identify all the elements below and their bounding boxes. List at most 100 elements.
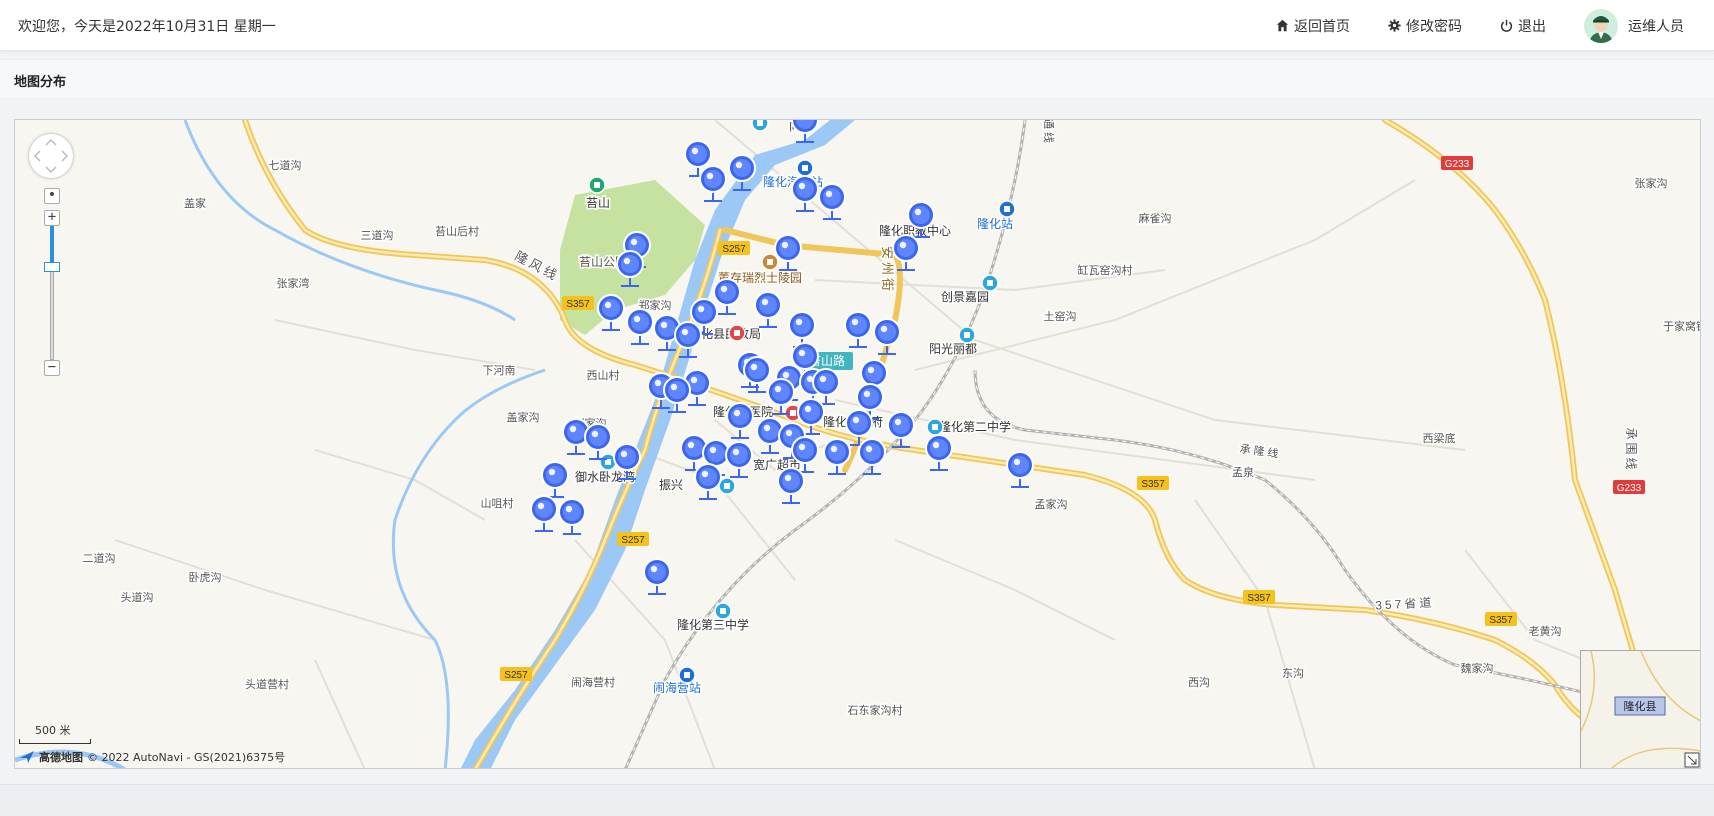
building-icon xyxy=(751,120,769,132)
change-password-label: 修改密码 xyxy=(1406,18,1462,35)
road-badge-s357: S357 xyxy=(1243,590,1275,604)
place-label-xishancun: 西山村 xyxy=(587,368,620,382)
copyright-text: © 2022 AutoNavi - GS(2021)6375号 xyxy=(87,751,286,764)
place-label-toudaoyingcun: 头道营村 xyxy=(245,677,289,691)
pan-arrows-icon xyxy=(33,138,69,174)
place-label-wohugou: 卧虎沟 xyxy=(189,571,222,584)
home-link[interactable]: 返回首页 xyxy=(1276,16,1350,36)
pan-control[interactable] xyxy=(29,134,73,178)
place-label-gaijiagou: 盖家沟 xyxy=(507,410,540,424)
zoom-in-button[interactable]: + xyxy=(44,210,60,226)
road-badge-s357: S357 xyxy=(1485,612,1517,626)
place-label-xigou: 西沟 xyxy=(1188,676,1210,689)
place-label-laohuanggou: 老黄沟 xyxy=(1529,624,1562,638)
welcome-text: 欢迎您，今天是2022年10月31日 星期一 xyxy=(18,19,276,35)
place-label-school2: 隆化第二中学 xyxy=(939,419,1011,434)
building-icon xyxy=(958,326,976,344)
change-password-link[interactable]: 修改密码 xyxy=(1388,16,1462,36)
road-badge-s357: S357 xyxy=(562,296,594,310)
place-label-shidong: 石东家沟村 xyxy=(848,703,903,717)
place-label-mengjiagou: 孟家沟 xyxy=(1035,497,1068,511)
place-label-zhangjiawan: 张家湾 xyxy=(277,276,310,290)
place-label-xiliangdi: 西梁底 xyxy=(1423,431,1456,445)
place-label-taishan: 苔山 xyxy=(586,196,610,210)
place-label-xiahenan: 下河南 xyxy=(483,364,516,377)
user-menu[interactable]: 运维人员 xyxy=(1584,8,1684,43)
map-canvas[interactable]: 七道沟盖家三道沟 苔山后村张家湾苔山苔山公园郑家沟下河南 西山村盖家沟 刘家沟御水卧龙… xyxy=(15,120,1701,769)
place-label-erdaogou: 二道沟 xyxy=(83,551,116,565)
power-icon xyxy=(1500,19,1513,32)
road-label-chengwei_line: 承围线 xyxy=(1624,427,1638,472)
place-label-qidaogou: 七道沟 xyxy=(269,158,302,172)
government-icon xyxy=(728,324,746,342)
place-label-taishanhoucun: 苔山后村 xyxy=(435,224,479,238)
map-container[interactable]: 七道沟 盖家 三道沟 苔山后村 张家湾 苔山 苔山公园 郑家沟 下河南 西山村 盖家沟 刘家沟 御水卧龙… xyxy=(14,119,1701,769)
zoom-slider-handle[interactable] xyxy=(44,262,60,272)
overview-label: 隆化县 xyxy=(1624,699,1657,713)
place-label-toudaogou: 头道沟 xyxy=(121,590,154,604)
top-bar: 欢迎您，今天是2022年10月31日 星期一 返回首页 修改密码 退出 运维人员 xyxy=(0,0,1714,51)
locate-button[interactable]: • xyxy=(44,188,60,204)
top-nav: 返回首页 修改密码 退出 运维人员 xyxy=(1276,0,1714,51)
road-badge-label: S257 xyxy=(722,244,746,255)
mountain-icon xyxy=(588,176,606,194)
avatar xyxy=(1584,8,1618,43)
place-label-dongou: 东沟 xyxy=(1282,667,1304,680)
section-title: 地图分布 xyxy=(14,75,67,90)
road-badge-label: G233 xyxy=(1617,483,1642,494)
zoom-slider[interactable] xyxy=(44,226,60,360)
road-badge-label: S357 xyxy=(1489,615,1513,626)
road-badge-label: S357 xyxy=(1247,593,1271,604)
scale-label: 500 米 xyxy=(35,724,71,737)
station-icon xyxy=(678,666,696,684)
place-label-zhenxing: 振兴 xyxy=(659,478,683,492)
place-label-naohaiyingcun: 闹海营村 xyxy=(571,675,615,689)
school-icon xyxy=(714,602,732,620)
autonavi-logo-icon xyxy=(20,751,34,763)
place-label-shanjucun: 山咀村 xyxy=(481,496,514,510)
station-icon xyxy=(998,200,1016,218)
road-badge-s257: S257 xyxy=(718,241,750,255)
place-label-yujiawopu: 于家窝铺 xyxy=(1663,319,1701,333)
place-label-longhua_station: 隆化站 xyxy=(977,216,1013,231)
memorial-icon xyxy=(761,253,779,271)
home-icon xyxy=(1276,19,1289,32)
place-label-mengquan: 孟泉 xyxy=(1232,465,1254,479)
road-badge-g233: G233 xyxy=(1613,480,1645,494)
logout-label: 退出 xyxy=(1518,18,1546,35)
road-badge-label: G233 xyxy=(1445,159,1470,170)
brand-label: 高德地图 xyxy=(39,751,83,764)
collapse-icon[interactable] xyxy=(1684,752,1700,768)
map-copyright: 高德地图 © 2022 AutoNavi - GS(2021)6375号 xyxy=(19,749,285,765)
footer-bar xyxy=(0,784,1714,816)
overview-map[interactable]: 隆化县 xyxy=(1580,650,1700,768)
road-badge-label: S257 xyxy=(621,535,645,546)
road-badge-s257: S257 xyxy=(617,532,649,546)
school-icon xyxy=(926,418,944,436)
place-label-tuyaogou: 土窑沟 xyxy=(1044,309,1077,323)
road-badge-s257: S257 xyxy=(500,667,532,681)
building-icon xyxy=(981,274,999,292)
place-label-yangguang: 阳光丽都 xyxy=(929,342,977,356)
zoom-control: • + − xyxy=(44,188,60,376)
place-label-school3: 隆化第三中学 xyxy=(677,617,749,632)
bus-icon xyxy=(796,159,814,177)
road-badge-label: S357 xyxy=(566,299,590,310)
road-label-tong_line: 通线 xyxy=(1042,120,1056,146)
section-header: 地图分布 xyxy=(0,59,1714,99)
road-badge-s357: S357 xyxy=(1137,476,1169,490)
place-label-maquegou: 麻雀沟 xyxy=(1139,211,1172,225)
road-badge-label: S257 xyxy=(504,670,528,681)
gear-icon xyxy=(1388,19,1401,32)
logout-link[interactable]: 退出 xyxy=(1500,16,1546,36)
road-badge-label: S357 xyxy=(1141,479,1165,490)
place-label-weijiagou: 魏家沟 xyxy=(1461,661,1494,675)
place-label-sandaogou: 三道沟 xyxy=(361,228,394,242)
road-label-anzhoujie: 安州街 xyxy=(880,246,895,294)
scale-bar: 500 米 xyxy=(19,722,91,744)
zoom-out-button[interactable]: − xyxy=(44,360,60,376)
user-name: 运维人员 xyxy=(1628,18,1684,35)
place-label-naohaiying_station: 闹海营站 xyxy=(653,680,701,695)
place-label-chuangjing: 创景嘉园 xyxy=(941,290,989,304)
place-label-ganwayaogoucun: 缸瓦窑沟村 xyxy=(1078,263,1133,277)
